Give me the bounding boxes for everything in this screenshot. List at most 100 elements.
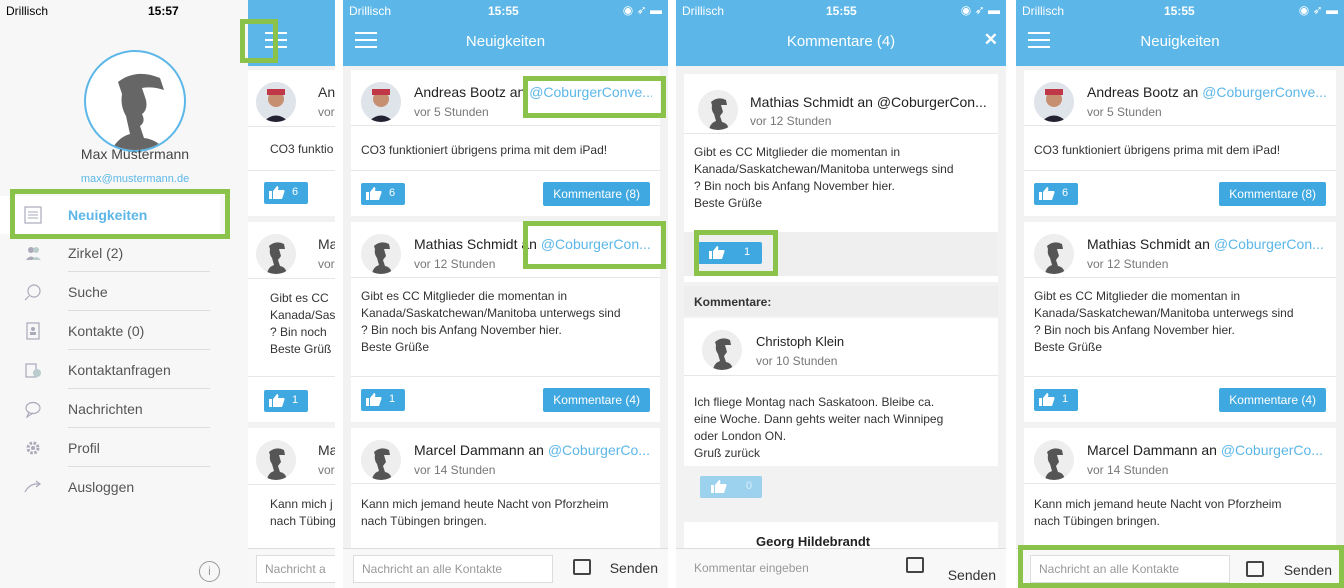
- post-body: Gibt es CC Mitglieder die momentan in Kan…: [1034, 289, 1294, 354]
- menu-label: Zirkel (2): [68, 245, 124, 261]
- carrier: Drillisch: [349, 4, 391, 18]
- thumbs-up-icon: [269, 186, 285, 199]
- menu-item-nachrichten[interactable]: Nachrichten: [0, 390, 210, 428]
- post-body: CO3 funktioniert übrigens prima mit dem …: [361, 143, 608, 157]
- post-recipient[interactable]: @CoburgerCo...: [548, 442, 650, 458]
- hamburger-menu-button[interactable]: [265, 32, 287, 48]
- post-card: Mathias Schmidt an @CoburgerCon... vor 1…: [351, 222, 660, 422]
- image-icon[interactable]: [573, 559, 591, 575]
- post-body: Kann mich jemand heute Nacht von Pforzhe…: [1034, 497, 1282, 528]
- search-icon: [24, 284, 41, 301]
- composer: Nachricht an alle Kontakte Senden: [343, 548, 668, 588]
- group-icon: [26, 247, 41, 260]
- post-body: CO3 funktioniert übrigens prima mit dem …: [1034, 143, 1281, 157]
- comment-author[interactable]: Christoph Klein: [756, 334, 990, 349]
- like-button[interactable]: 1: [698, 242, 762, 264]
- post-time: vor: [318, 257, 335, 271]
- post-time: vor 14 Stunden: [414, 463, 496, 477]
- like-button[interactable]: 6: [1034, 183, 1078, 205]
- post-recipient[interactable]: @CoburgerConve...: [529, 84, 652, 100]
- comment-time: vor 10 Stunden: [756, 354, 838, 368]
- like-button[interactable]: 6: [264, 182, 308, 204]
- avatar[interactable]: [361, 82, 401, 122]
- send-button[interactable]: Senden: [948, 567, 996, 583]
- post-card: Andreas Bootz an @CoburgerConve... vor 5…: [1024, 70, 1336, 216]
- message-input[interactable]: Nachricht a: [256, 555, 335, 583]
- post-card: Mathias Schmidt an @CoburgerCon... vor 1…: [1024, 222, 1336, 422]
- image-icon[interactable]: [906, 557, 924, 573]
- post-recipient[interactable]: @CoburgerCo...: [1221, 442, 1323, 458]
- info-icon[interactable]: i: [199, 561, 220, 582]
- avatar[interactable]: [361, 234, 401, 274]
- image-icon[interactable]: [1246, 561, 1264, 577]
- avatar[interactable]: [361, 440, 401, 480]
- avatar[interactable]: [1034, 82, 1074, 122]
- status-time: 15:55: [1164, 4, 1195, 18]
- like-button[interactable]: 1: [361, 389, 405, 411]
- status-time: 15:55: [488, 4, 519, 18]
- post-author[interactable]: Mathias Schmidt an @CoburgerCon...: [414, 236, 652, 252]
- thumbs-up-icon: [1039, 393, 1055, 406]
- post-card: Marcel Dammann an @CoburgerCo... vor 14 …: [351, 428, 660, 548]
- profile-avatar[interactable]: [84, 50, 186, 152]
- avatar[interactable]: [698, 90, 738, 130]
- composer: Nachricht an alle Kontakte Senden: [1016, 548, 1344, 588]
- like-button[interactable]: 6: [361, 183, 405, 205]
- feed-screen: Drillisch 15:55 ◉ ➶ ▬ Neuigkeiten Andrea…: [343, 0, 668, 588]
- post-card: Andreas Bootz an @CoburgerConve... vor 5…: [351, 70, 660, 216]
- menu-item-suche[interactable]: Suche: [0, 273, 210, 311]
- comments-button[interactable]: Kommentare (4): [1219, 388, 1326, 412]
- post-recipient[interactable]: @CoburgerCon...: [541, 236, 651, 252]
- contact-requests-icon: [25, 363, 41, 378]
- menu-item-profil[interactable]: Profil: [0, 429, 210, 467]
- avatar[interactable]: [702, 330, 742, 370]
- status-bar: Drillisch 15:55 ◉ ➶ ▬: [1016, 0, 1344, 22]
- post-author[interactable]: Marcel Dammann an @CoburgerCo...: [1087, 442, 1328, 458]
- menu-label: Nachrichten: [68, 401, 143, 417]
- post-recipient[interactable]: @CoburgerConve...: [1202, 84, 1327, 100]
- page-title: Neuigkeiten: [1140, 33, 1220, 50]
- carrier: Drillisch: [1022, 4, 1064, 18]
- post-time: vor: [318, 463, 335, 477]
- like-button[interactable]: 1: [1034, 389, 1078, 411]
- avatar[interactable]: [1034, 234, 1074, 274]
- carrier: Drillisch: [6, 4, 48, 18]
- battery-icon: ◉ ➶ ▬: [622, 3, 662, 17]
- post-card: Marcel Dammann an @CoburgerCo... vor 14 …: [1024, 428, 1336, 548]
- menu-item-kontaktanfragen[interactable]: Kontaktanfragen: [0, 351, 210, 389]
- post-body: Gibt es CC Mitglieder die momentan in Kan…: [361, 289, 621, 354]
- status-bar: Drillisch 15:55 ◉ ➶ ▬: [676, 0, 1006, 22]
- silhouette-icon: [111, 73, 164, 150]
- thumbs-up-icon: [709, 246, 725, 259]
- menu-item-kontakte[interactable]: Kontakte (0): [0, 312, 210, 350]
- menu-label: Neuigkeiten: [68, 207, 148, 223]
- like-button[interactable]: 1: [264, 390, 308, 412]
- comments-button[interactable]: Kommentare (8): [1219, 182, 1326, 206]
- post-body: Gibt es CC Mitglieder die momentan in Kan…: [694, 145, 954, 210]
- close-icon[interactable]: ✕: [984, 30, 998, 50]
- menu-item-zirkel[interactable]: Zirkel (2): [0, 234, 210, 272]
- battery-icon: ◉ ➶ ▬: [1298, 3, 1338, 17]
- send-button[interactable]: Senden: [1284, 562, 1332, 578]
- send-button[interactable]: Senden: [610, 560, 658, 576]
- comment-author[interactable]: Georg Hildebrandt: [756, 534, 990, 548]
- post-author[interactable]: Mathias Schmidt an @CoburgerCon...: [750, 94, 990, 110]
- profile-name: Max Mustermann: [80, 146, 190, 162]
- like-button[interactable]: 0: [700, 476, 762, 498]
- avatar[interactable]: [1034, 440, 1074, 480]
- battery-icon: ◉ ➶ ▬: [960, 3, 1000, 17]
- post-author[interactable]: Andreas Bootz an @CoburgerConve...: [414, 84, 652, 100]
- menu-item-neuigkeiten[interactable]: Neuigkeiten: [0, 196, 220, 234]
- post-author[interactable]: Mathias Schmidt an @CoburgerCon...: [1087, 236, 1328, 252]
- profile-email[interactable]: max@mustermann.de: [0, 173, 270, 185]
- post-author[interactable]: Andreas Bootz an @CoburgerConve...: [1087, 84, 1328, 100]
- message-input[interactable]: Nachricht an alle Kontakte: [1030, 555, 1230, 583]
- post-recipient[interactable]: @CoburgerCon...: [1214, 236, 1324, 252]
- post-author[interactable]: Marcel Dammann an @CoburgerCo...: [414, 442, 652, 458]
- page-title: Neuigkeiten: [465, 33, 546, 50]
- comment-input[interactable]: Kommentar eingeben: [686, 555, 876, 583]
- menu-item-ausloggen[interactable]: Ausloggen: [0, 468, 210, 506]
- comments-button[interactable]: Kommentare (4): [543, 388, 650, 412]
- message-input[interactable]: Nachricht an alle Kontakte: [353, 555, 553, 583]
- comments-button[interactable]: Kommentare (8): [543, 182, 650, 206]
